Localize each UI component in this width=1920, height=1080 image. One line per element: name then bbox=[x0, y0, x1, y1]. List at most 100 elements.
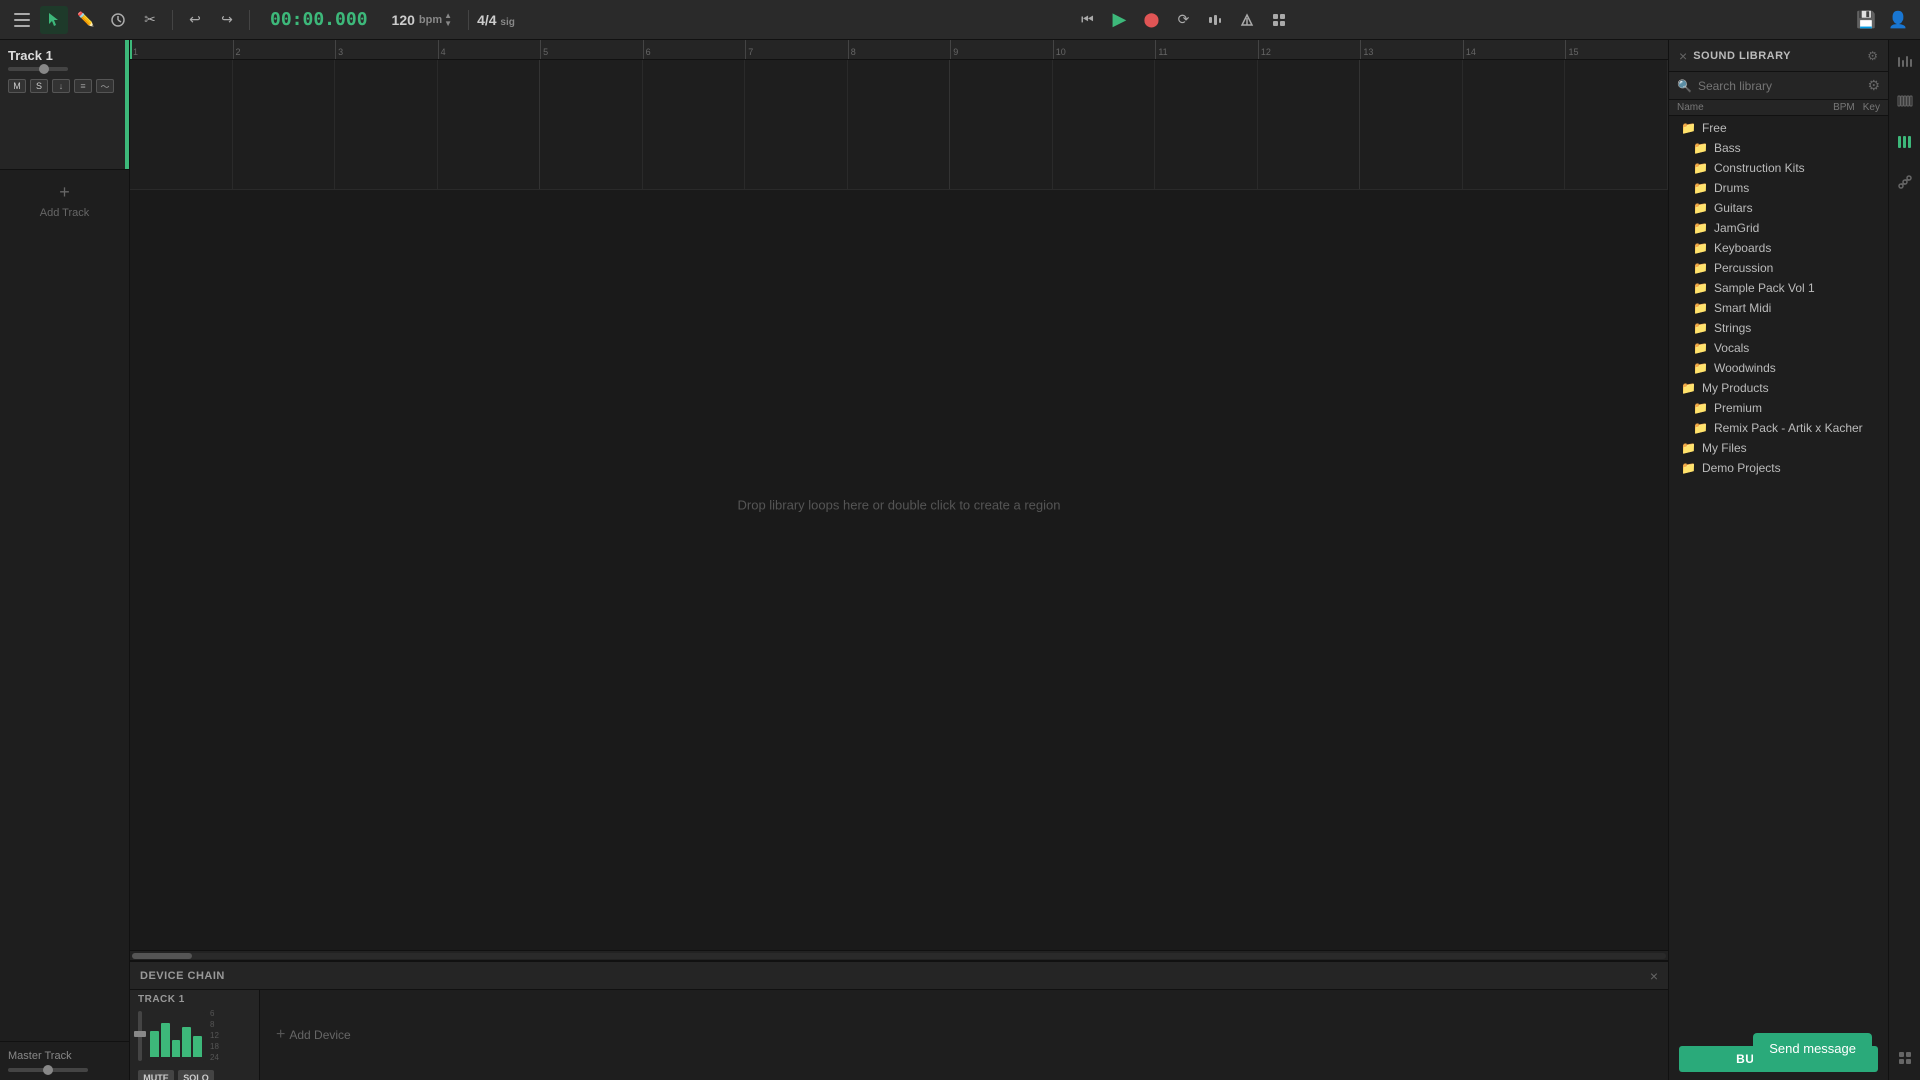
library-settings-button[interactable]: ⚙ bbox=[1867, 49, 1878, 63]
play-button[interactable]: ▶ bbox=[1105, 6, 1133, 34]
library-item-name: JamGrid bbox=[1714, 221, 1880, 235]
track1-mute-button[interactable]: M bbox=[8, 79, 26, 93]
folder-icon: 📁 bbox=[1693, 221, 1708, 235]
lane-cell[interactable] bbox=[233, 60, 336, 189]
library-item[interactable]: 📁Drums bbox=[1669, 178, 1888, 198]
lane-cell[interactable] bbox=[1155, 60, 1258, 189]
folder-icon: 📁 bbox=[1693, 321, 1708, 335]
bpm-value[interactable]: 120 bbox=[392, 12, 415, 28]
lane-cell[interactable] bbox=[1258, 60, 1361, 189]
library-item[interactable]: 📁Sample Pack Vol 1 bbox=[1669, 278, 1888, 298]
h-scrollbar-thumb[interactable] bbox=[132, 953, 192, 959]
add-track-label: Add Track bbox=[40, 207, 90, 219]
lane-cell[interactable] bbox=[438, 60, 541, 189]
time-sig-display: 4/4 sig bbox=[477, 12, 515, 28]
library-item[interactable]: 📁Smart Midi bbox=[1669, 298, 1888, 318]
lane-cell[interactable] bbox=[1565, 60, 1668, 189]
lane-cell[interactable] bbox=[1053, 60, 1156, 189]
add-track-area[interactable]: + Add Track bbox=[0, 170, 129, 231]
eq-bar-1 bbox=[150, 1031, 159, 1056]
library-search-input[interactable] bbox=[1698, 79, 1861, 93]
lane-cell[interactable] bbox=[540, 60, 643, 189]
library-item-name: Drums bbox=[1714, 181, 1880, 195]
library-col-bpm: BPM bbox=[1833, 102, 1855, 113]
track1-env-button[interactable]: ≡ bbox=[74, 79, 92, 93]
track1-auto-button[interactable]: 〜 bbox=[96, 79, 114, 93]
library-item[interactable]: 📁Woodwinds bbox=[1669, 358, 1888, 378]
time-sig-value[interactable]: 4/4 bbox=[477, 12, 496, 28]
lane-cell[interactable] bbox=[745, 60, 848, 189]
redo-button[interactable]: ↪ bbox=[213, 6, 241, 34]
library-item[interactable]: 📁Guitars bbox=[1669, 198, 1888, 218]
send-message-button[interactable]: Send message bbox=[1753, 1033, 1872, 1064]
clock-tool-button[interactable] bbox=[104, 6, 132, 34]
library-item-name: Strings bbox=[1714, 321, 1880, 335]
library-item-name: Construction Kits bbox=[1714, 161, 1880, 175]
bpm-label: bpm bbox=[419, 14, 442, 26]
lane-cell[interactable] bbox=[848, 60, 951, 189]
track1-solo-button[interactable]: S bbox=[30, 79, 48, 93]
skip-start-button[interactable]: ⏮ bbox=[1073, 6, 1101, 34]
save-button[interactable]: 💾 bbox=[1852, 6, 1880, 34]
undo-button[interactable]: ↩ bbox=[181, 6, 209, 34]
side-panel-chord-button[interactable] bbox=[1891, 168, 1919, 196]
track1-volume-slider[interactable] bbox=[8, 67, 68, 71]
side-panel-piano-button[interactable] bbox=[1891, 88, 1919, 116]
device-chain-content: + Add Device bbox=[260, 990, 1668, 1080]
library-item[interactable]: 📁Bass bbox=[1669, 138, 1888, 158]
account-button[interactable]: 👤 bbox=[1884, 6, 1912, 34]
lane-cell[interactable] bbox=[335, 60, 438, 189]
library-item[interactable]: 📁Premium bbox=[1669, 398, 1888, 418]
bpm-down-arrow[interactable]: ▼ bbox=[444, 20, 452, 28]
library-close-icon[interactable]: × bbox=[1679, 48, 1687, 64]
timeline-mark: 12 bbox=[1258, 40, 1361, 59]
timeline[interactable]: 123456789101112131415 bbox=[130, 40, 1668, 60]
h-scrollbar[interactable] bbox=[130, 950, 1668, 960]
library-filter-button[interactable]: ⚙ bbox=[1867, 77, 1880, 94]
timeline-mark: 14 bbox=[1463, 40, 1566, 59]
dc-solo-button[interactable]: SOLO bbox=[178, 1070, 214, 1080]
snap-button[interactable] bbox=[1201, 6, 1229, 34]
dc-fader-track[interactable] bbox=[138, 1011, 142, 1061]
library-item[interactable]: 📁Free bbox=[1669, 118, 1888, 138]
record-button[interactable]: ⬤ bbox=[1137, 6, 1165, 34]
master-volume-slider[interactable] bbox=[8, 1068, 88, 1072]
dc-mute-button[interactable]: MUTE bbox=[138, 1070, 174, 1080]
timeline-mark: 11 bbox=[1155, 40, 1258, 59]
lane-cell[interactable] bbox=[1360, 60, 1463, 189]
lane-cell[interactable] bbox=[643, 60, 746, 189]
library-item[interactable]: 📁My Products bbox=[1669, 378, 1888, 398]
add-device-button[interactable]: + Add Device bbox=[272, 1022, 355, 1048]
library-item[interactable]: 📁My Files bbox=[1669, 438, 1888, 458]
library-item[interactable]: 📁Construction Kits bbox=[1669, 158, 1888, 178]
scissors-tool-button[interactable]: ✂ bbox=[136, 6, 164, 34]
device-chain-header: DEVICE CHAIN × bbox=[130, 962, 1668, 990]
track-lanes[interactable]: Drop library loops here or double click … bbox=[130, 60, 1668, 950]
metronome-button[interactable] bbox=[1233, 6, 1261, 34]
lane-cell[interactable] bbox=[1463, 60, 1566, 189]
library-item[interactable]: 📁 Strings bbox=[1669, 318, 1888, 338]
library-item[interactable]: 📁Percussion bbox=[1669, 258, 1888, 278]
track1-fx-button[interactable]: ↓ bbox=[52, 79, 70, 93]
library-item[interactable]: 📁Remix Pack - Artik x Kacher bbox=[1669, 418, 1888, 438]
eq-bar-5 bbox=[193, 1036, 202, 1057]
side-panel-mixer-button[interactable] bbox=[1891, 48, 1919, 76]
library-item[interactable]: 📁Keyboards bbox=[1669, 238, 1888, 258]
dc-volume-section: 68121824 MUTE SOLO bbox=[138, 1005, 251, 1080]
side-panel-bottom-button[interactable] bbox=[1891, 1044, 1919, 1072]
library-item[interactable]: 📁Demo Projects bbox=[1669, 458, 1888, 478]
device-chain-close-button[interactable]: × bbox=[1650, 968, 1658, 984]
menu-button[interactable] bbox=[8, 6, 36, 34]
pointer-tool-button[interactable] bbox=[40, 6, 68, 34]
loop-button[interactable]: ⟳ bbox=[1169, 6, 1197, 34]
timeline-mark: 8 bbox=[848, 40, 951, 59]
track1-lane[interactable] bbox=[130, 60, 1668, 190]
pencil-tool-button[interactable]: ✏️ bbox=[72, 6, 100, 34]
lane-cell[interactable] bbox=[130, 60, 233, 189]
library-item[interactable]: 📁Vocals bbox=[1669, 338, 1888, 358]
side-panel-library-button[interactable] bbox=[1891, 128, 1919, 156]
lane-cell[interactable] bbox=[950, 60, 1053, 189]
library-header: × SOUND LIBRARY ⚙ bbox=[1669, 40, 1888, 72]
library-item[interactable]: 📁 JamGrid bbox=[1669, 218, 1888, 238]
quantize-button[interactable] bbox=[1265, 6, 1293, 34]
